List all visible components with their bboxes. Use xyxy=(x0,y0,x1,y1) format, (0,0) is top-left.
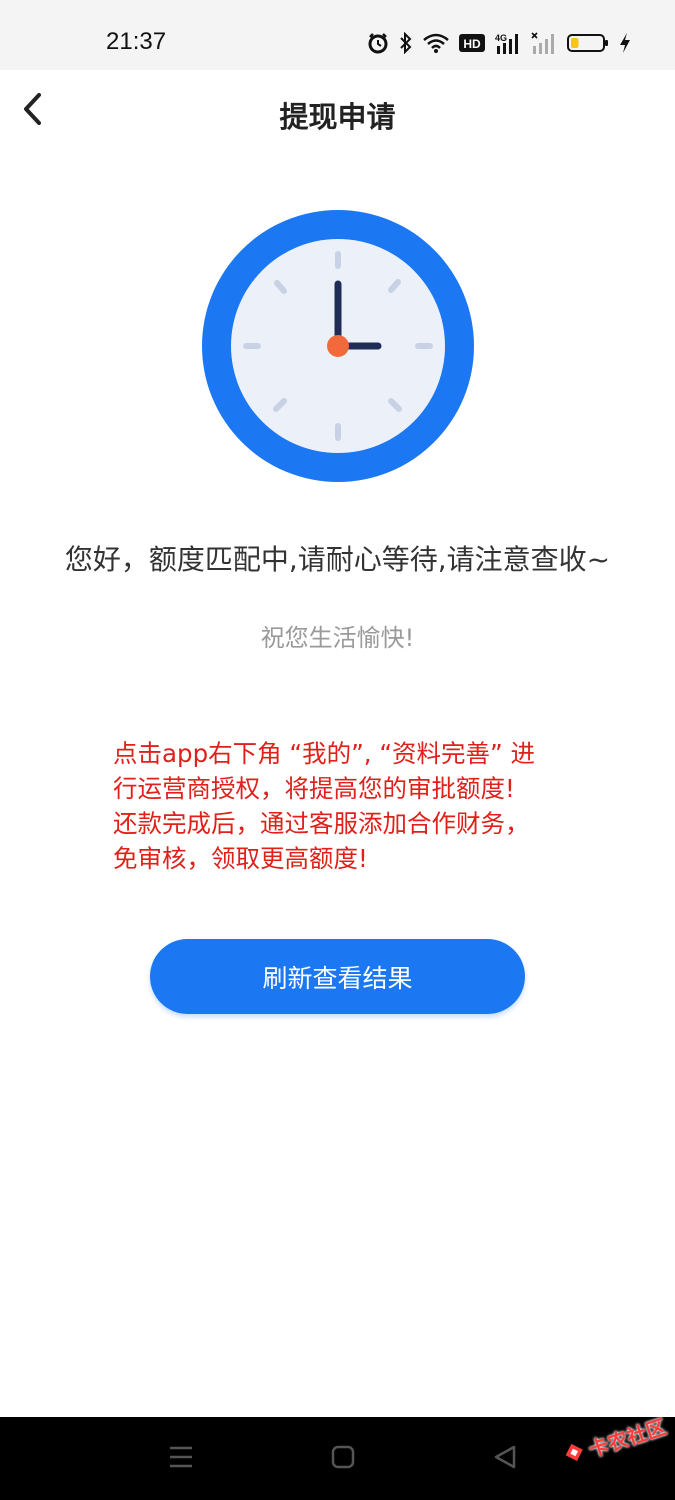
back-triangle-icon[interactable] xyxy=(492,1443,518,1475)
notice-line: 行运营商授权，将提高您的审批额度! xyxy=(113,774,515,803)
notice-line: 还款完成后，通过客服添加合作财务， xyxy=(113,809,530,838)
notice-line: 免审核，领取更高额度! xyxy=(113,844,368,873)
nav-bar: 提现申请 xyxy=(0,70,675,152)
hd-icon: HD xyxy=(459,34,485,52)
main-message: 您好，额度匹配中,请耐心等待,请注意查收~ xyxy=(64,543,611,576)
battery-icon xyxy=(567,33,609,53)
notice-text: 点击app右下角 “我的”, “资料完善” 进 行运营商授权，将提高您的审批额度… xyxy=(113,736,573,876)
menu-icon[interactable] xyxy=(168,1443,194,1475)
signal-4g-icon: 4G xyxy=(495,32,521,54)
home-icon[interactable] xyxy=(330,1443,356,1475)
clock-center xyxy=(327,335,349,357)
charging-icon xyxy=(619,32,631,54)
alarm-icon xyxy=(367,32,389,54)
bluetooth-icon xyxy=(399,32,413,54)
clock-icon xyxy=(202,210,474,482)
notice-line: 点击app右下角 “我的”, “资料完善” 进 xyxy=(113,739,536,768)
refresh-result-button[interactable]: 刷新查看结果 xyxy=(150,939,525,1014)
sub-message: 祝您生活愉快! xyxy=(260,624,415,652)
hd-label: HD xyxy=(463,37,481,51)
status-icons: HD 4G xyxy=(367,30,631,56)
page-title: 提现申请 xyxy=(279,100,396,134)
network-label: 4G xyxy=(495,33,507,43)
status-bar: 21:37 HD 4G xyxy=(0,0,675,70)
signal-icon xyxy=(531,32,557,54)
wifi-icon xyxy=(423,33,449,53)
status-time: 21:37 xyxy=(106,28,167,55)
